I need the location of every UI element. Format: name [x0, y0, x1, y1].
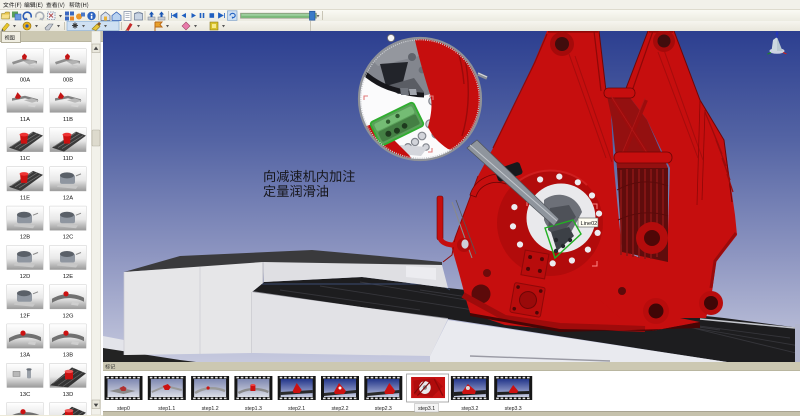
svg-text:12D: 12D — [20, 274, 31, 280]
svg-text:step3.3: step3.3 — [505, 406, 522, 412]
svg-text:13A: 13A — [20, 353, 30, 359]
svg-text:12F: 12F — [20, 313, 30, 319]
svg-text:11A: 11A — [20, 117, 30, 123]
svg-text:12B: 12B — [20, 235, 30, 241]
svg-text:step0: step0 — [117, 406, 130, 412]
svg-text:step1.3: step1.3 — [245, 406, 262, 412]
svg-text:step2.1: step2.1 — [288, 406, 305, 412]
svg-text:step3.2: step3.2 — [461, 406, 478, 412]
svg-text:13B: 13B — [63, 353, 73, 359]
svg-text:11C: 11C — [20, 156, 30, 162]
svg-text:12E: 12E — [63, 274, 73, 280]
svg-text:Line02: Line02 — [581, 221, 598, 227]
svg-text:step2.3: step2.3 — [375, 406, 392, 412]
svg-text:13C: 13C — [20, 392, 31, 398]
svg-text:00B: 00B — [63, 78, 73, 84]
svg-text:12G: 12G — [63, 313, 74, 319]
svg-text:12C: 12C — [63, 235, 74, 241]
svg-text:11D: 11D — [63, 156, 73, 162]
svg-text:step2.2: step2.2 — [331, 406, 348, 412]
svg-text:11B: 11B — [63, 117, 73, 123]
svg-text:11E: 11E — [20, 195, 30, 201]
svg-text:step1.2: step1.2 — [202, 406, 219, 412]
svg-text:13D: 13D — [63, 392, 74, 398]
svg-text:00A: 00A — [20, 78, 30, 84]
svg-text:step1.1: step1.1 — [158, 406, 175, 412]
svg-text:12A: 12A — [63, 195, 73, 201]
svg-text:step3.1: step3.1 — [418, 406, 435, 412]
